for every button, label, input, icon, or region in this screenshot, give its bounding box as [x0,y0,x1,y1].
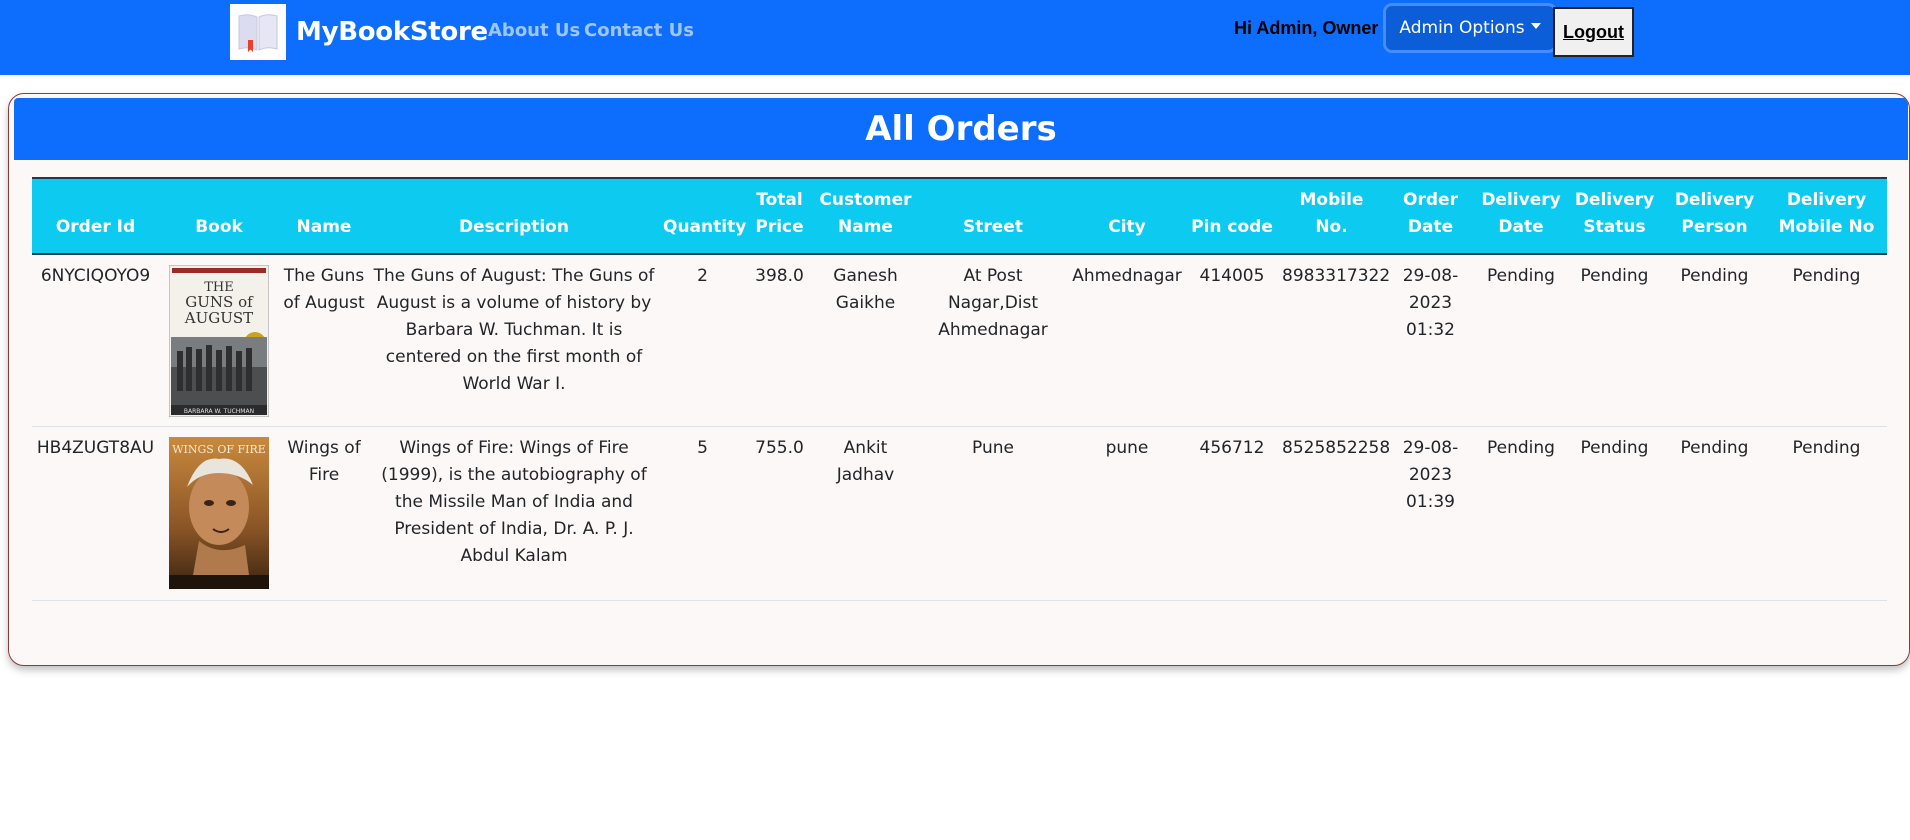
admin-options-dropdown[interactable]: Admin Options [1386,6,1554,50]
caret-down-icon [1530,23,1541,29]
book-logo-icon[interactable] [230,4,286,60]
col-header-delivery-person: Delivery Person [1674,190,1755,237]
col-header-book: Book [195,217,243,237]
cover-title: WINGS OF FIRE [172,443,266,456]
col-header-order-id: Order Id [55,217,136,237]
logout-button[interactable]: Logout [1553,7,1634,57]
cell-pin-code: 456712 [1186,426,1278,601]
cell-order-id: 6NYCIQOYO9 [32,254,159,427]
col-header-order-date: Order Date [1403,190,1458,237]
cell-total-price: 755.0 [746,426,813,601]
orders-table: Order Id Book Name Description Quantity … [32,177,1887,601]
cell-order-date: 29-08-2023 01:32 [1385,254,1476,427]
col-header-delivery-status: Delivery Status [1574,190,1655,237]
cell-delivery-person: Pending [1663,254,1766,427]
col-header-pin-code: Pin code [1191,217,1273,237]
cell-delivery-person: Pending [1663,426,1766,601]
col-header-city: City [1108,217,1146,237]
cell-book: WINGS OF FIRE [159,426,279,601]
cell-city: Ahmednagar [1068,254,1186,427]
user-greeting: Hi Admin, Owner [1234,18,1379,38]
col-header-description: Description [459,217,569,237]
page-title: All Orders [865,109,1057,149]
cell-description: Wings of Fire: Wings of Fire (1999), is … [369,426,659,601]
cover-title-line-3: AUGUST [184,309,253,327]
cell-delivery-status: Pending [1566,254,1663,427]
orders-card: All Orders Order Id Book Name Descriptio… [8,93,1910,666]
col-header-quantity: Quantity [663,217,747,237]
cell-order-date: 29-08-2023 01:39 [1385,426,1476,601]
col-header-delivery-date: Delivery Date [1481,190,1561,237]
brand-name[interactable]: MyBookStore [296,17,488,47]
table-row: HB4ZUGT8AU WINGS OF FIRE Wings of Fire W… [32,426,1887,601]
cell-delivery-mobile: Pending [1766,254,1887,427]
cell-total-price: 398.0 [746,254,813,427]
cell-delivery-date: Pending [1476,426,1566,601]
admin-options-label: Admin Options [1399,18,1525,38]
cell-delivery-status: Pending [1566,426,1663,601]
cell-street: Pune [918,426,1068,601]
cell-delivery-date: Pending [1476,254,1566,427]
navbar: MyBookStore About Us Contact Us Hi Admin… [0,0,1910,75]
cell-quantity: 5 [659,426,746,601]
table-header-row: Order Id Book Name Description Quantity … [32,178,1887,254]
cell-street: At Post Nagar,Dist Ahmednagar [918,254,1068,427]
nav-about-us[interactable]: About Us [488,20,580,41]
cell-mobile: 8525852258 [1278,426,1390,601]
col-header-mobile: Mobile No. [1299,190,1364,237]
nav-contact-us[interactable]: Contact Us [584,20,694,41]
col-header-total-price: Total Price [755,190,804,237]
col-header-street: Street [963,217,1023,237]
cover-author: BARBARA W. TUCHMAN [184,408,254,415]
book-cover-guns-of-august[interactable]: THE GUNS of AUGUST BARBARA W. TUCHMAN [169,265,269,417]
brand[interactable]: MyBookStore [230,4,488,60]
cell-description: The Guns of August: The Guns of August i… [369,254,659,427]
cell-book: THE GUNS of AUGUST BARBARA W. TUCHMAN [159,254,279,427]
cell-name: Wings of Fire [279,426,369,601]
cell-delivery-mobile: Pending [1766,426,1887,601]
col-header-delivery-mobile: Delivery Mobile No [1778,190,1875,237]
cell-pin-code: 414005 [1186,254,1278,427]
book-cover-wings-of-fire[interactable]: WINGS OF FIRE [169,436,269,589]
cell-customer-name: Ganesh Gaikhe [813,254,918,427]
cell-name: The Guns of August [279,254,369,427]
cell-customer-name: Ankit Jadhav [813,426,918,601]
cell-city: pune [1068,426,1186,601]
table-row: 6NYCIQOYO9 THE GUNS of AUGUST BARBARA W.… [32,254,1887,427]
col-header-name: Name [296,217,352,237]
card-header: All Orders [14,98,1908,160]
cell-order-id: HB4ZUGT8AU [32,426,159,601]
cell-quantity: 2 [659,254,746,427]
col-header-customer-name: Customer Name [819,190,912,237]
cell-mobile: 8983317322 [1278,254,1390,427]
